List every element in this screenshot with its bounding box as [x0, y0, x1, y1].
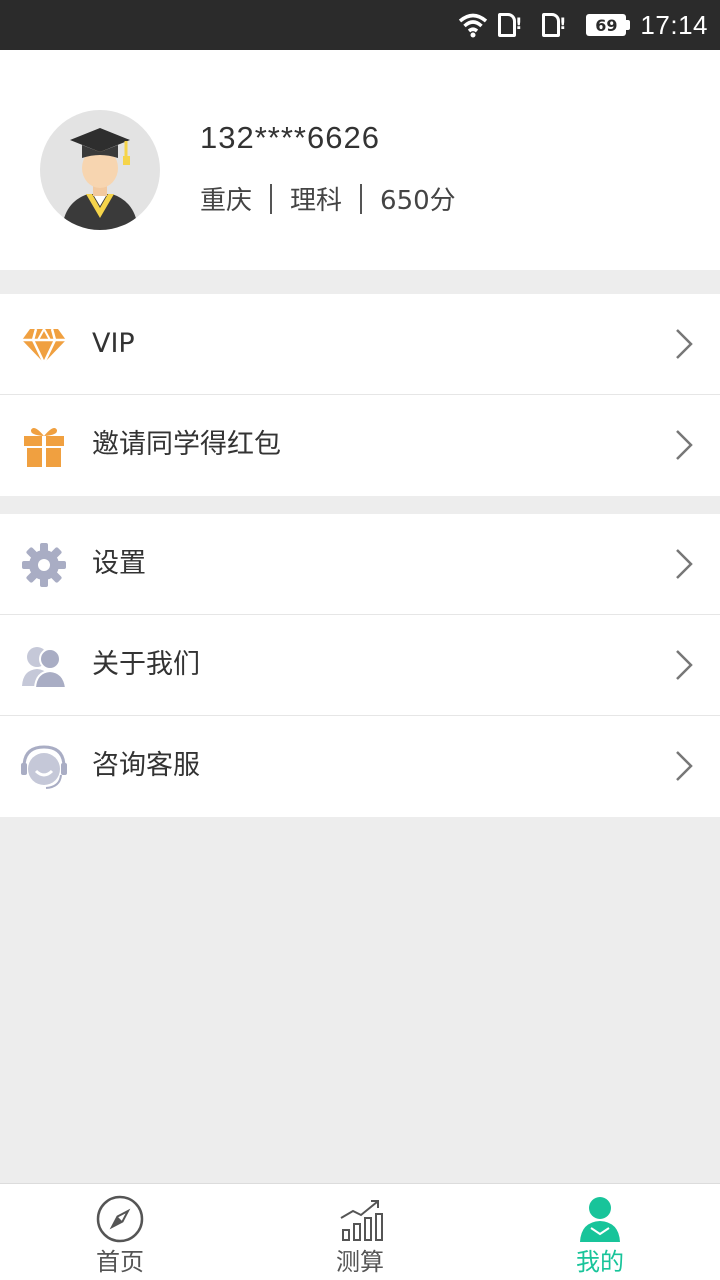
chevron-right-icon [676, 751, 693, 781]
gift-icon [24, 428, 64, 467]
menu-item-vip[interactable]: VIP [0, 294, 720, 395]
status-icons: 69 17:14 [458, 8, 708, 42]
tab-home[interactable]: 首页 [0, 1184, 240, 1280]
tab-home-label: 首页 [96, 1248, 144, 1276]
tab-mine[interactable]: 我的 [480, 1184, 720, 1280]
menu-label-settings: 设置 [92, 548, 146, 579]
user-score: 650分 [380, 186, 456, 216]
user-phone: 132****6626 [200, 120, 380, 155]
sim2-icon [542, 13, 566, 37]
menu-item-customer-service[interactable]: 咨询客服 [0, 716, 720, 817]
menu-label-invite: 邀请同学得红包 [92, 429, 281, 460]
status-bar: 69 17:14 [0, 0, 720, 50]
gear-icon [22, 543, 66, 587]
divider [360, 183, 363, 214]
profile-header[interactable]: 132****6626 重庆 理科 650分 [0, 50, 720, 270]
user-subject: 理科 [290, 186, 343, 216]
sim1-icon [498, 13, 522, 37]
menu-item-invite[interactable]: 邀请同学得红包 [0, 395, 720, 496]
chevron-right-icon [676, 650, 693, 680]
menu-label-customer-service: 咨询客服 [92, 750, 200, 781]
battery-icon: 69 [586, 14, 631, 36]
menu-group-vip: VIP 邀请同学得红包 [0, 294, 720, 496]
graduate-avatar-icon [62, 128, 138, 230]
menu-item-settings[interactable]: 设置 [0, 514, 720, 615]
user-info: 重庆 理科 650分 [200, 180, 456, 217]
chevron-right-icon [676, 430, 693, 460]
tab-calculate-label: 测算 [336, 1248, 384, 1276]
status-time: 17:14 [640, 9, 708, 40]
avatar[interactable] [40, 110, 160, 230]
menu-label-vip: VIP [92, 328, 135, 359]
tab-mine-label: 我的 [576, 1248, 624, 1276]
menu-item-about[interactable]: 关于我们 [0, 615, 720, 716]
users-icon [22, 647, 68, 689]
chart-icon [340, 1200, 383, 1241]
battery-level: 69 [586, 14, 627, 36]
customer-service-icon [21, 745, 67, 789]
chevron-right-icon [676, 549, 693, 579]
tab-calculate[interactable]: 测算 [240, 1184, 480, 1280]
chevron-right-icon [676, 329, 693, 359]
wifi-icon [459, 13, 488, 38]
person-icon [580, 1197, 620, 1242]
diamond-icon [22, 328, 66, 366]
menu-label-about: 关于我们 [92, 649, 200, 680]
user-region: 重庆 [200, 186, 253, 216]
compass-icon [96, 1195, 144, 1243]
divider [270, 183, 273, 214]
bottom-tab-bar: 首页 测算 我的 [0, 1183, 720, 1280]
menu-group-general: 设置 关于我们 咨询客服 [0, 514, 720, 817]
